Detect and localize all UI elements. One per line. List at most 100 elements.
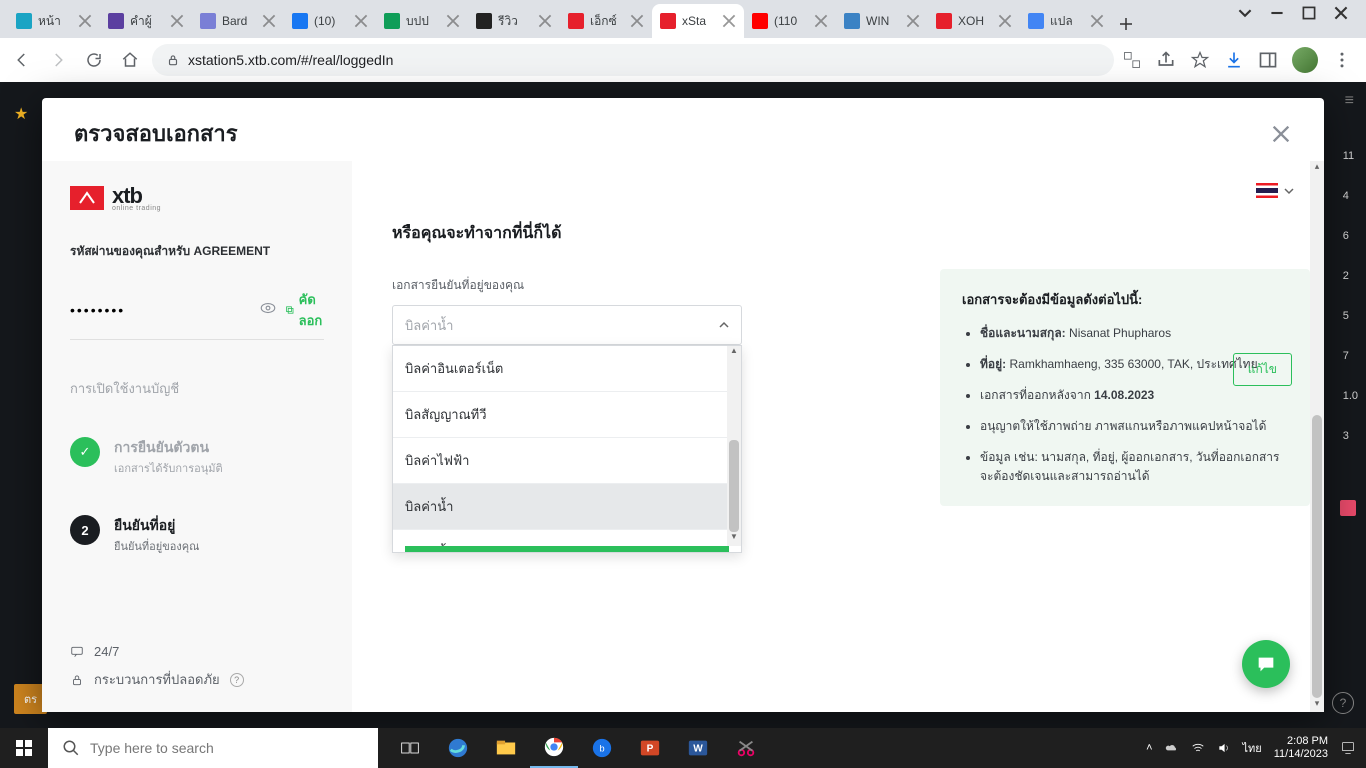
close-icon[interactable]: [1090, 14, 1104, 28]
reload-button[interactable]: [80, 46, 108, 74]
start-button[interactable]: [0, 728, 48, 768]
help-icon[interactable]: ?: [1332, 692, 1354, 714]
main-heading: หรือคุณจะทำจากที่นี่ก็ได้: [392, 221, 1270, 246]
favicon-icon: [936, 13, 952, 29]
forward-button[interactable]: [44, 46, 72, 74]
chat-fab[interactable]: [1242, 640, 1290, 688]
scroll-down-icon[interactable]: ▼: [727, 532, 741, 546]
info-icon[interactable]: ?: [230, 673, 244, 687]
close-icon[interactable]: [354, 14, 368, 28]
translate-icon[interactable]: [1122, 50, 1142, 70]
browser-tab[interactable]: (110: [744, 4, 836, 38]
favicon-icon: [200, 13, 216, 29]
select-input[interactable]: บิลค่าน้ำ: [392, 305, 742, 345]
powerpoint-icon[interactable]: P: [626, 728, 674, 768]
select-option[interactable]: บิลค่าน้ำมัน: [393, 530, 727, 546]
chrome-icon[interactable]: [530, 728, 578, 768]
svg-text:P: P: [647, 744, 654, 755]
step-address: 2 ยืนยันที่อยู่ ยืนยันที่อยู่ของคุณ: [70, 515, 324, 555]
scroll-up-icon[interactable]: ▲: [727, 346, 741, 360]
browser-tab[interactable]: WIN: [836, 4, 928, 38]
close-icon[interactable]: [170, 14, 184, 28]
scroll-up-icon[interactable]: ▴: [1315, 161, 1320, 175]
word-icon[interactable]: W: [674, 728, 722, 768]
omnibox[interactable]: xstation5.xtb.com/#/real/loggedIn: [152, 44, 1114, 76]
volume-icon[interactable]: [1217, 741, 1231, 755]
browser-tab[interactable]: Bard: [192, 4, 284, 38]
select-option[interactable]: บิลสัญญาณทีวี: [393, 392, 727, 438]
wifi-icon[interactable]: [1191, 741, 1205, 755]
maximize-icon[interactable]: [1302, 6, 1316, 20]
snip-icon[interactable]: [722, 728, 770, 768]
close-icon[interactable]: [1334, 6, 1348, 20]
browser-tab[interactable]: xSta: [652, 4, 744, 38]
pink-badge: [1340, 500, 1356, 516]
taskbar: Type here to search b P W ˄ ไทย 2:08 PM …: [0, 728, 1366, 768]
scroll-thumb[interactable]: [1312, 415, 1322, 698]
back-button[interactable]: [8, 46, 36, 74]
copy-button[interactable]: คัดลอก: [285, 289, 327, 331]
edge-icon[interactable]: [434, 728, 482, 768]
activation-heading: การเปิดใช้งานบัญชี: [70, 378, 324, 399]
close-icon[interactable]: [538, 14, 552, 28]
home-button[interactable]: [116, 46, 144, 74]
browser-tab[interactable]: คำผู้: [100, 4, 192, 38]
req-name: ชื่อและนามสกุล: Nisanat Phupharos: [980, 324, 1288, 343]
favicon-icon: [476, 13, 492, 29]
browser-tab[interactable]: XOH: [928, 4, 1020, 38]
explorer-icon[interactable]: [482, 728, 530, 768]
browser-tab[interactable]: บปป: [376, 4, 468, 38]
taskbar-search[interactable]: Type here to search: [48, 728, 378, 768]
download-icon[interactable]: [1224, 50, 1244, 70]
tray-chevron-icon[interactable]: ˄: [1146, 742, 1152, 754]
address-bar: xstation5.xtb.com/#/real/loggedIn: [0, 38, 1366, 82]
close-icon[interactable]: [722, 14, 736, 28]
close-icon[interactable]: [814, 14, 828, 28]
clock[interactable]: 2:08 PM 11/14/2023: [1274, 735, 1328, 761]
language-selector[interactable]: [1256, 183, 1294, 198]
svg-text:b: b: [599, 744, 604, 754]
edit-button[interactable]: แก้ไข: [1233, 353, 1292, 386]
browser-tab[interactable]: หน้า: [8, 4, 100, 38]
modal-sidebar: xtb online trading รหัสผ่านของคุณสำหรับ …: [42, 161, 352, 712]
new-tab-button[interactable]: [1112, 10, 1140, 38]
select-option[interactable]: บิลค่าน้ำ: [393, 484, 727, 530]
password-input[interactable]: [70, 302, 251, 318]
browser-tab[interactable]: รีวิว: [468, 4, 560, 38]
eye-icon[interactable]: [259, 299, 277, 322]
share-icon[interactable]: [1156, 50, 1176, 70]
minimize-icon[interactable]: [1270, 6, 1284, 20]
search-placeholder: Type here to search: [90, 740, 214, 756]
close-icon[interactable]: [262, 14, 276, 28]
logo-mark-icon: [70, 186, 104, 210]
scroll-thumb[interactable]: [729, 440, 739, 532]
requirements-card: เอกสารจะต้องมีข้อมูลดังต่อไปนี้: แก้ไข ช…: [940, 269, 1310, 506]
flag-th-icon: [1256, 183, 1278, 198]
chrome-beta-icon[interactable]: b: [578, 728, 626, 768]
browser-tab[interactable]: แปล: [1020, 4, 1112, 38]
chevron-down-icon[interactable]: [1238, 6, 1252, 20]
close-icon[interactable]: [998, 14, 1012, 28]
close-icon[interactable]: [446, 14, 460, 28]
star-icon[interactable]: [1190, 50, 1210, 70]
close-icon[interactable]: [630, 14, 644, 28]
browser-tab[interactable]: (10): [284, 4, 376, 38]
ime-label[interactable]: ไทย: [1243, 739, 1262, 757]
side-panel-icon[interactable]: [1258, 50, 1278, 70]
close-icon[interactable]: [78, 14, 92, 28]
onedrive-icon[interactable]: [1165, 741, 1179, 755]
password-field: คัดลอก: [70, 281, 324, 340]
select-option[interactable]: บิลค่าอินเตอร์เน็ต: [393, 346, 727, 392]
select-option[interactable]: บิลค่าไฟฟ้า: [393, 438, 727, 484]
profile-avatar[interactable]: [1292, 47, 1318, 73]
hamburger-icon[interactable]: ≡: [1345, 92, 1354, 110]
browser-tab[interactable]: เอ็กซ์: [560, 4, 652, 38]
menu-icon[interactable]: [1332, 50, 1352, 70]
modal-scrollbar[interactable]: ▴ ▾: [1310, 161, 1324, 712]
dropdown-scrollbar[interactable]: ▲ ▼: [727, 346, 741, 546]
notifications-icon[interactable]: [1340, 740, 1356, 756]
scroll-down-icon[interactable]: ▾: [1315, 698, 1320, 712]
close-icon[interactable]: [1270, 123, 1292, 145]
close-icon[interactable]: [906, 14, 920, 28]
task-view-icon[interactable]: [386, 728, 434, 768]
